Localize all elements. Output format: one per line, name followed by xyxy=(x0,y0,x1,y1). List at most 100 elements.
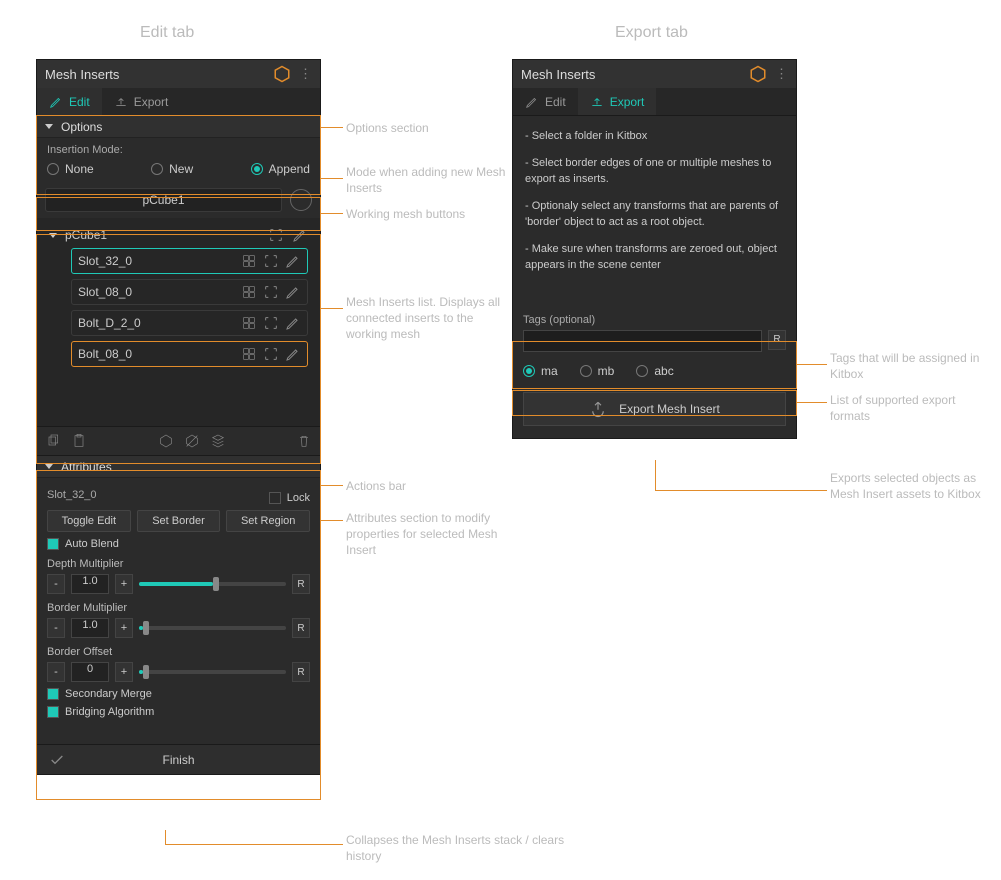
page-title-export: Export tab xyxy=(615,24,688,42)
radio-mb[interactable]: mb xyxy=(580,364,615,378)
grid-icon[interactable] xyxy=(241,346,257,362)
pencil-icon[interactable] xyxy=(285,346,301,362)
pencil-icon[interactable] xyxy=(285,253,301,269)
depth-slider[interactable] xyxy=(139,582,286,586)
frame-icon[interactable] xyxy=(268,227,284,243)
reset-button[interactable]: R xyxy=(292,574,310,594)
set-region-button[interactable]: Set Region xyxy=(226,510,310,532)
border-offset-slider[interactable] xyxy=(139,670,286,674)
list-item-label: Slot_08_0 xyxy=(78,285,235,299)
upload-icon xyxy=(590,95,604,109)
options-header[interactable]: Options xyxy=(37,116,320,138)
pencil-icon[interactable] xyxy=(285,284,301,300)
tab-export[interactable]: Export xyxy=(578,88,657,115)
bridging-checkbox[interactable]: Bridging Algorithm xyxy=(47,706,310,718)
export-button[interactable]: Export Mesh Insert xyxy=(523,392,786,426)
border-offset-label: Border Offset xyxy=(47,646,310,658)
annotation-mode: Mode when adding new Mesh Inserts xyxy=(346,164,506,196)
radio-ma[interactable]: ma xyxy=(523,364,558,378)
reset-button[interactable]: R xyxy=(292,662,310,682)
border-mult-slider[interactable] xyxy=(139,626,286,630)
export-instructions: - Select a folder in Kitbox - Select bor… xyxy=(513,116,796,290)
tab-edit-label: Edit xyxy=(545,95,566,109)
radio-new[interactable]: New xyxy=(151,162,193,176)
hex-icon[interactable] xyxy=(158,433,174,449)
edit-panel: Mesh Inserts ⋮ Edit Export Options Inser… xyxy=(36,59,321,775)
decrement-button[interactable]: - xyxy=(47,574,65,594)
radio-abc-label: abc xyxy=(654,364,673,378)
lock-checkbox[interactable]: Lock xyxy=(269,492,310,504)
tab-export[interactable]: Export xyxy=(102,88,181,115)
lock-label: Lock xyxy=(287,492,310,504)
working-mesh-circle-button[interactable] xyxy=(290,189,312,211)
menu-dots-icon[interactable]: ⋮ xyxy=(299,66,312,82)
radio-append-label: Append xyxy=(269,162,310,176)
list-header[interactable]: pCube1 xyxy=(43,222,314,248)
decrement-button[interactable]: - xyxy=(47,662,65,682)
grid-icon[interactable] xyxy=(241,253,257,269)
attributes-body: Slot_32_0 Lock Toggle Edit Set Border Se… xyxy=(37,478,320,730)
list-item[interactable]: Bolt_08_0 xyxy=(71,341,308,367)
app-hex-icon xyxy=(273,65,291,83)
border-mult-value[interactable]: 1.0 xyxy=(71,618,109,638)
list-item[interactable]: Slot_32_0 xyxy=(71,248,308,274)
instruction-line: - Optionaly select any transforms that a… xyxy=(525,198,784,231)
border-multiplier: Border Multiplier - 1.0 + R xyxy=(47,602,310,638)
copy-icon[interactable] xyxy=(45,433,61,449)
tabs: Edit Export xyxy=(513,88,796,116)
tags-input[interactable] xyxy=(523,330,762,352)
frame-icon[interactable] xyxy=(263,315,279,331)
auto-blend-label: Auto Blend xyxy=(65,538,119,550)
border-offset-value[interactable]: 0 xyxy=(71,662,109,682)
attributes-header[interactable]: Attributes xyxy=(37,456,320,478)
radio-append[interactable]: Append xyxy=(251,162,310,176)
annotation-list: Mesh Inserts list. Displays all connecte… xyxy=(346,294,506,343)
grid-icon[interactable] xyxy=(241,315,257,331)
list-item-label: Slot_32_0 xyxy=(78,254,235,268)
pencil-icon[interactable] xyxy=(292,227,308,243)
increment-button[interactable]: + xyxy=(115,618,133,638)
frame-icon[interactable] xyxy=(263,284,279,300)
actions-bar xyxy=(37,426,320,456)
toggle-edit-button[interactable]: Toggle Edit xyxy=(47,510,131,532)
secondary-merge-label: Secondary Merge xyxy=(65,688,152,700)
chevron-down-icon xyxy=(49,233,57,238)
set-border-button[interactable]: Set Border xyxy=(137,510,221,532)
frame-icon[interactable] xyxy=(263,253,279,269)
mesh-insert-list: pCube1 Slot_32_0 Slot_08_0 Bolt_D_2_0 xyxy=(37,218,320,426)
secondary-merge-checkbox[interactable]: Secondary Merge xyxy=(47,688,310,700)
tags-reset-button[interactable]: R xyxy=(768,330,786,350)
check-icon xyxy=(49,752,65,768)
radio-none[interactable]: None xyxy=(47,162,94,176)
tabs: Edit Export xyxy=(37,88,320,116)
list-item-label: Bolt_08_0 xyxy=(78,347,235,361)
reset-button[interactable]: R xyxy=(292,618,310,638)
pencil-icon[interactable] xyxy=(285,315,301,331)
depth-multiplier: Depth Multiplier - 1.0 + R xyxy=(47,558,310,594)
hex-slash-icon[interactable] xyxy=(184,433,200,449)
increment-button[interactable]: + xyxy=(115,662,133,682)
tab-edit[interactable]: Edit xyxy=(37,88,102,115)
stack-icon[interactable] xyxy=(210,433,226,449)
auto-blend-checkbox[interactable]: Auto Blend xyxy=(47,538,310,550)
increment-button[interactable]: + xyxy=(115,574,133,594)
radio-abc[interactable]: abc xyxy=(636,364,673,378)
border-mult-label: Border Multiplier xyxy=(47,602,310,614)
frame-icon[interactable] xyxy=(263,346,279,362)
tab-edit[interactable]: Edit xyxy=(513,88,578,115)
radio-mb-label: mb xyxy=(598,364,615,378)
radio-ma-label: ma xyxy=(541,364,558,378)
menu-dots-icon[interactable]: ⋮ xyxy=(775,66,788,82)
radio-new-label: New xyxy=(169,162,193,176)
tab-export-label: Export xyxy=(610,95,645,109)
list-item[interactable]: Bolt_D_2_0 xyxy=(71,310,308,336)
decrement-button[interactable]: - xyxy=(47,618,65,638)
finish-button[interactable]: Finish xyxy=(37,744,320,774)
chevron-down-icon xyxy=(45,464,53,469)
clipboard-icon[interactable] xyxy=(71,433,87,449)
depth-value[interactable]: 1.0 xyxy=(71,574,109,594)
grid-icon[interactable] xyxy=(241,284,257,300)
list-item[interactable]: Slot_08_0 xyxy=(71,279,308,305)
trash-icon[interactable] xyxy=(296,433,312,449)
working-mesh-button[interactable]: pCube1 xyxy=(45,188,282,212)
